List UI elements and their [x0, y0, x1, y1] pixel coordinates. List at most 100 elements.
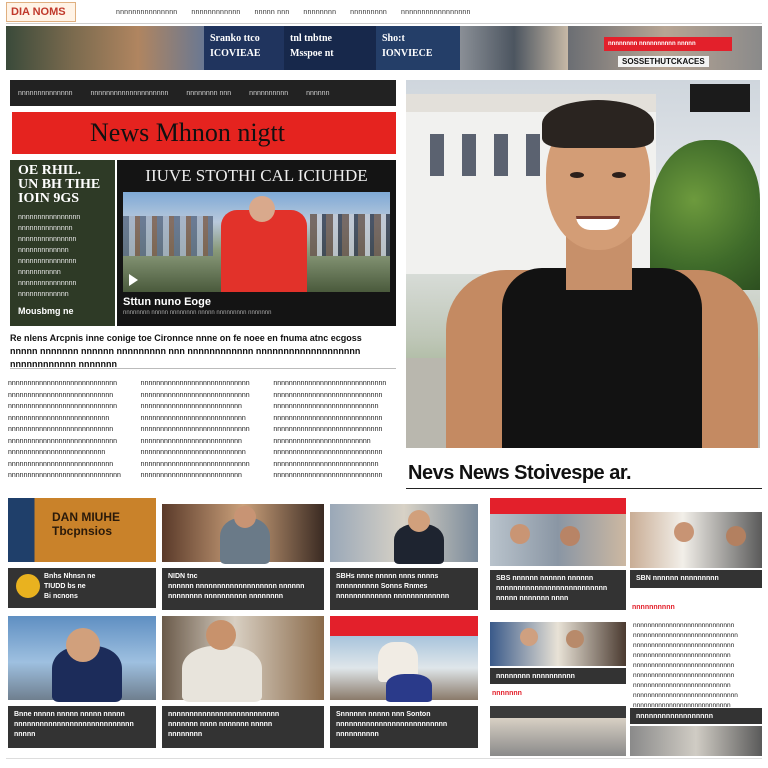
- grid-card-4-image: [490, 514, 626, 566]
- nav-item-1[interactable]: nnnnnnnnnnnnnnn: [116, 9, 177, 16]
- nav-item-4[interactable]: nnnnnnnn: [303, 9, 336, 16]
- building-window: [526, 134, 540, 176]
- grid-card-7-caption: nnnnnnnnnnnnnnnnnnnnnnnnnn nnnnnnn nnnn …: [162, 706, 324, 748]
- side-feature-card[interactable]: OE RHIL. UN BH TIHE IOIN 9GS nnnnnnnnnnn…: [10, 160, 115, 326]
- section-link-4[interactable]: nnnnnnnnnn: [249, 90, 288, 97]
- grid-card-8-caption: Snnnnnn nnnnn nnn Sonton nnnnnnnnnnnnnnn…: [330, 706, 478, 748]
- grid-card-7[interactable]: nnnnnnnnnnnnnnnnnnnnnnnnnn nnnnnnn nnnn …: [162, 616, 324, 750]
- side-feature-body: nnnnnnnnnnnnnnnn nnnnnnnnnnnnnn nnnnnnnn…: [18, 214, 81, 298]
- grid-card-3[interactable]: SBHs nnne nnnnn nnns nnnns nnnnnnnnnn So…: [330, 504, 478, 612]
- section-title-banner: News Mhnon nigtt: [12, 112, 396, 154]
- badge-icon: [16, 574, 40, 598]
- crowd-left: [123, 216, 213, 256]
- hero-image[interactable]: [406, 80, 760, 448]
- banner-red-label: nnnnnnnn nnnnnnnnnn nnnnn: [604, 37, 732, 51]
- section-link-2[interactable]: nnnnnnnnnnnnnnnnnnnn: [91, 90, 169, 97]
- person-head: [726, 526, 746, 546]
- grid-card-7-image: [162, 616, 324, 702]
- site-logo[interactable]: DIA NOMS: [6, 2, 76, 22]
- person-head: [520, 628, 538, 646]
- video-title: IIUVE STOTHI CAL ICIUHDE: [145, 166, 368, 185]
- video-card[interactable]: IIUVE STOTHI CAL ICIUHDE Sttun nuno Eoge…: [117, 160, 396, 326]
- grid-card-4[interactable]: SBS nnnnnn nnnnnn nnnnnn nnnnnnnnnnnnnnn…: [490, 498, 626, 612]
- grid-card-4-caption: SBS nnnnnn nnnnnn nnnnnn nnnnnnnnnnnnnnn…: [490, 570, 626, 610]
- grid-card-6-image: [8, 616, 156, 702]
- banner-tile-2[interactable]: tnl tnbtne Msspoe nt: [284, 26, 376, 70]
- banner-tile-3-text: Sho:t IONVIECE: [382, 33, 433, 59]
- hero-corner-badge: [690, 84, 750, 112]
- hero-divider: [406, 488, 762, 489]
- article-columns: nnnnnnnnnnnnnnnnnnnnnnnnnnnn nnnnnnnnnnn…: [8, 378, 398, 486]
- person-figure: [182, 646, 262, 702]
- banner-sub-label: SOSSETHUTCKACES: [618, 56, 709, 67]
- lead-headline[interactable]: Re nlens Arcpnis inne conige toe Cironnc…: [10, 332, 396, 371]
- video-subcaption: nnnnnnnn nnnnn nnnnnnnn nnnnn nnnnnnnnn …: [123, 310, 272, 316]
- grid-card-5-red-label: nnnnnnnnnn: [632, 604, 675, 611]
- banner-ad[interactable]: nnnnnnnn nnnnnnnnnn nnnnn SOSSETHUTCKACE…: [568, 26, 762, 70]
- person-head: [560, 526, 580, 546]
- grid-card-10-caption: nnnnnnnnnnnnnnnnnn: [630, 708, 762, 724]
- grid-card-9-image: [490, 622, 626, 666]
- grid-card-9-red-label: nnnnnnn: [492, 690, 522, 697]
- grid-card-1-image: DAN MIUHE Tbcpnsios: [8, 498, 156, 562]
- nav-item-5[interactable]: nnnnnnnnn: [350, 9, 387, 16]
- grid-card-2-image: [162, 504, 324, 564]
- grid-card-8-image: [330, 636, 478, 702]
- grid-card-5-image: [630, 512, 762, 568]
- grid-card-5-caption: SBN nnnnnn nnnnnnnnn: [630, 570, 762, 588]
- crowd-right: [310, 214, 390, 256]
- hero-eye-left: [570, 172, 584, 178]
- person-head: [234, 506, 256, 528]
- banner-tile-1-text: Sranko ttco ICOVIEAE: [210, 33, 261, 59]
- grid-card-6[interactable]: Bnne nnnnn nnnnn nnnnn nnnnn nnnnnnnnnnn…: [8, 616, 156, 750]
- banner-tile-2-text: tnl tnbtne Msspoe nt: [290, 33, 334, 59]
- grid-card-1[interactable]: DAN MIUHE Tbcpnsios Bnhs Nhnsn ne TIUDD …: [8, 498, 156, 610]
- building-window: [494, 134, 508, 176]
- grid-card-1-image-text: DAN MIUHE Tbcpnsios: [52, 510, 120, 538]
- section-link-1[interactable]: nnnnnnnnnnnnnn: [18, 90, 73, 97]
- banner-image-2[interactable]: [460, 26, 568, 70]
- hero-person-tanktop: [502, 268, 702, 448]
- grid-card-8[interactable]: Snnnnnn nnnnn nnn Sonton nnnnnnnnnnnnnnn…: [330, 616, 478, 750]
- grid-card-3-image: [330, 504, 478, 564]
- grid-card-9-image-2: [490, 706, 626, 756]
- person-head: [408, 510, 430, 532]
- divider: [10, 368, 396, 369]
- video-thumbnail[interactable]: [123, 192, 390, 292]
- person-head: [249, 196, 275, 222]
- grid-card-5-text: nnnnnnnnnnnnnnnnnnnnnnnnnnnn nnnnnnnnnnn…: [633, 622, 738, 709]
- grid-card-8-red-bar: [330, 616, 478, 636]
- nav-item-2[interactable]: nnnnnnnnnnnn: [191, 9, 240, 16]
- person-head: [674, 522, 694, 542]
- banner-image-1[interactable]: [6, 26, 204, 70]
- header-divider: [6, 23, 762, 24]
- section-link-3[interactable]: nnnnnnnn nnn: [186, 90, 231, 97]
- grid-card-10-image: [630, 726, 762, 756]
- footer-divider: [6, 758, 762, 759]
- hero-person-hair: [542, 100, 654, 148]
- article-column-3: nnnnnnnnnnnnnnnnnnnnnnnnnnnnn nnnnnnnnnn…: [273, 380, 387, 479]
- section-link-5[interactable]: nnnnnn: [306, 90, 329, 97]
- hero-headline[interactable]: Nevs News Stoivespe ar.: [408, 462, 762, 485]
- article-column-2: nnnnnnnnnnnnnnnnnnnnnnnnnnnn nnnnnnnnnnn…: [140, 380, 250, 479]
- person-head: [66, 628, 100, 662]
- video-caption: Sttun nuno Eoge: [123, 296, 211, 308]
- person-figure: [386, 674, 432, 702]
- grid-card-2[interactable]: NIDN tnc nnnnnn nnnnnnnnnnnnnnnnnnn nnnn…: [162, 504, 324, 612]
- building-window: [462, 134, 476, 176]
- grid-card-4-red-bar: [490, 498, 626, 514]
- banner-tile-3[interactable]: Sho:t IONVIECE: [376, 26, 460, 70]
- nav-item-6[interactable]: nnnnnnnnnnnnnnnnn: [401, 9, 471, 16]
- banner-tile-1[interactable]: Sranko ttco ICOVIEAE: [204, 26, 284, 70]
- grid-card-10[interactable]: nnnnnnnnnnnnnnnnnn: [630, 704, 762, 756]
- building-window: [430, 134, 444, 176]
- nav-item-3[interactable]: nnnnn nnn: [255, 9, 290, 16]
- grid-card-6-caption: Bnne nnnnn nnnnn nnnnn nnnnn nnnnnnnnnnn…: [8, 706, 156, 748]
- person-head: [206, 620, 236, 650]
- grid-card-9-caption: nnnnnnnn nnnnnnnnnn: [490, 668, 626, 684]
- grid-card-3-caption: SBHs nnne nnnnn nnns nnnns nnnnnnnnnn So…: [330, 568, 478, 610]
- person-head: [566, 630, 584, 648]
- person-red-shirt: [221, 210, 307, 292]
- play-icon[interactable]: [129, 274, 138, 286]
- grid-card-9[interactable]: nnnnnnnn nnnnnnnnnn nnnnnnn: [490, 622, 626, 758]
